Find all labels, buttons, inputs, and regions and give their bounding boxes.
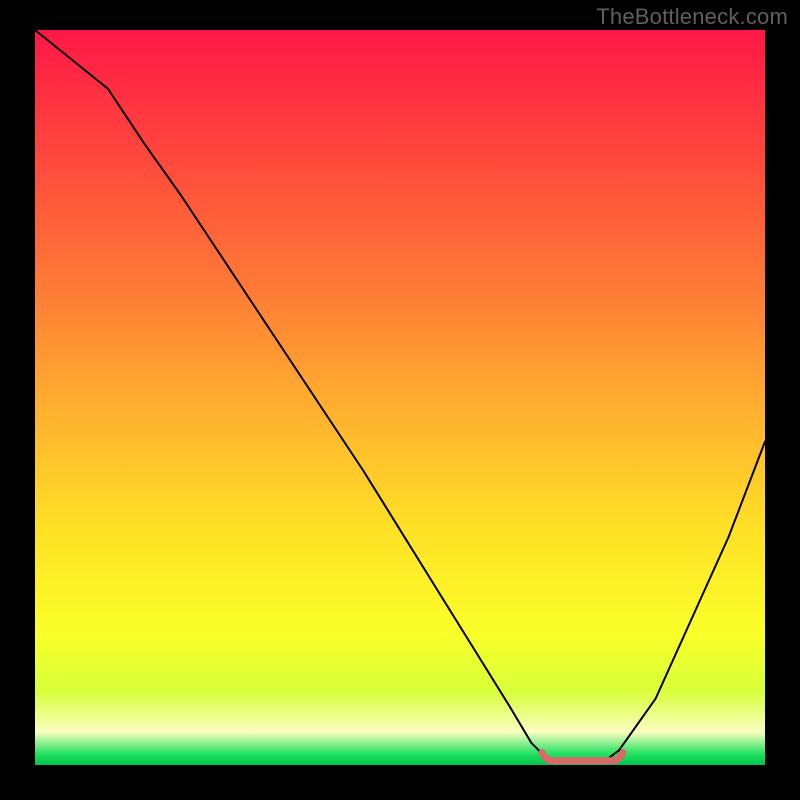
watermark-text: TheBottleneck.com [596,4,788,30]
chart-background [35,30,765,765]
chart-container: TheBottleneck.com [0,0,800,800]
chart-svg [35,30,765,765]
chart-plot [35,30,765,765]
